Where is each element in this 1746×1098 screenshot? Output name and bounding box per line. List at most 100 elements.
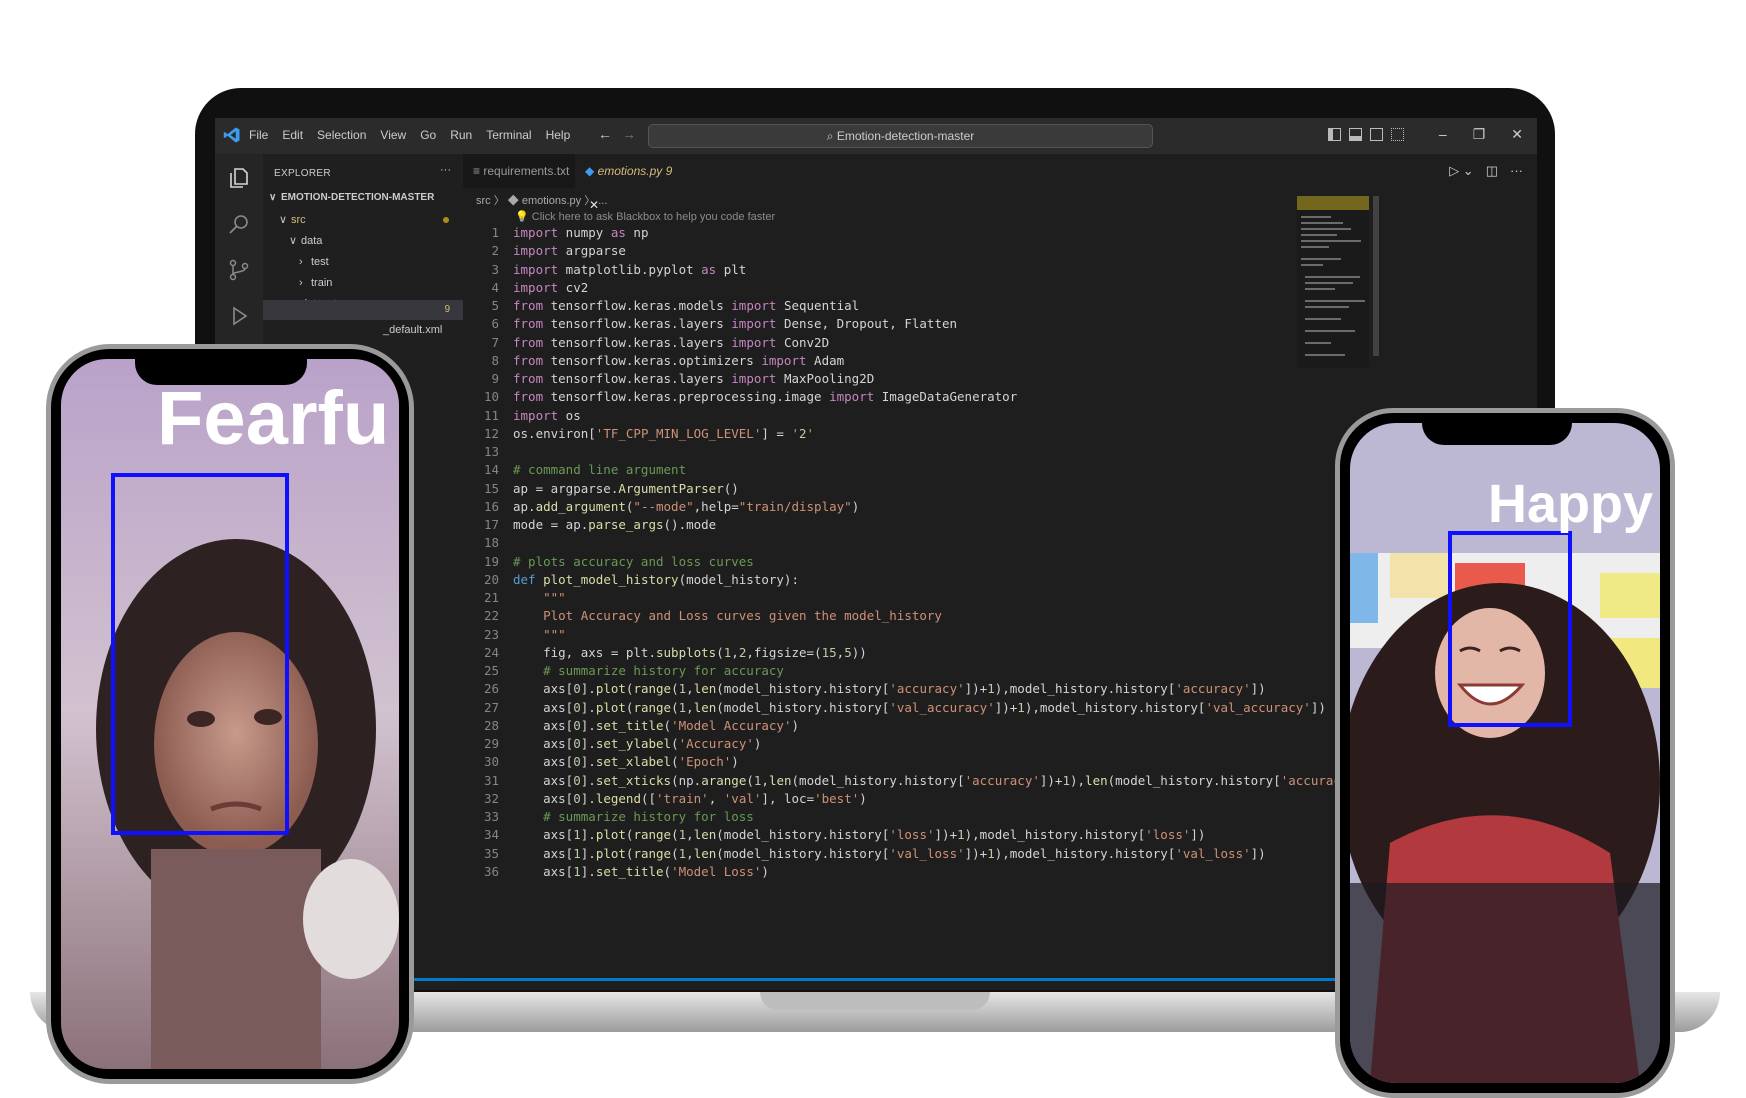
face-detection-box [111, 473, 289, 835]
code-line: 12 os.environ['TF_CPP_MIN_LOG_LEVEL'] = '… [463, 425, 1463, 443]
code-line: 22 Plot Accuracy and Loss curves given t… [463, 607, 1463, 625]
source-control-icon[interactable] [227, 258, 251, 282]
toggle-sidebar-icon[interactable] [1328, 128, 1341, 141]
run-debug-icon[interactable] [227, 304, 251, 328]
line-number: 3 [491, 261, 499, 277]
chevron-right-icon: › [299, 256, 303, 268]
tab-emotions-py[interactable]: ◆ emotions.py 9 ✕ [575, 154, 699, 212]
line-number: 20 [483, 571, 499, 587]
line-number: 33 [483, 809, 499, 824]
code-text: axs[0].set_ylabel('Accuracy') [513, 736, 762, 751]
code-text: axs[0].set_title('Model Accuracy') [513, 717, 800, 733]
menu-item-edit[interactable]: Edit [282, 128, 303, 142]
code-line: 33 # summarize history for loss [463, 808, 1463, 826]
text-file-icon: ≡ [473, 164, 484, 178]
more-actions-icon[interactable]: ··· [1510, 163, 1523, 179]
code-text: """ [513, 626, 566, 642]
code-text: ap = argparse.ArgumentParser() [513, 480, 739, 496]
code-line: 25 # summarize history for accuracy [463, 662, 1463, 680]
menu-item-run[interactable]: Run [450, 128, 472, 142]
code-text: import numpy as np [513, 225, 649, 240]
tree-item-xml[interactable]: _default.xml [383, 320, 463, 340]
explorer-icon[interactable] [227, 166, 251, 190]
split-editor-icon[interactable]: ◫ [1486, 163, 1498, 179]
line-number: 26 [483, 681, 499, 697]
code-text: """ [513, 590, 566, 605]
code-text: import matplotlib.pyplot as plt [513, 261, 747, 277]
code-line: 36 axs[1].set_title('Model Loss') [463, 863, 1463, 881]
chevron-down-icon: ∨ [279, 214, 288, 226]
code-text: from tensorflow.keras.layers import MaxP… [513, 371, 875, 386]
editor-actions: ▷ ⌄ ◫ ··· [1449, 163, 1523, 179]
tree-item-label: train [311, 277, 333, 289]
code-line: 32 axs[0].legend(['train', 'val'], loc='… [463, 790, 1463, 808]
code-line: 26 axs[0].plot(range(1,len(model_history… [463, 680, 1463, 698]
code-text: axs[0].legend(['train', 'val'], loc='bes… [513, 790, 867, 806]
customize-layout-icon[interactable] [1391, 128, 1404, 141]
line-number: 19 [483, 553, 499, 569]
run-file-icon[interactable]: ▷ ⌄ [1449, 163, 1474, 179]
breadcrumb[interactable]: src 〉 ◆ emotions.py 〉 ... [476, 192, 607, 208]
menu-item-go[interactable]: Go [420, 128, 436, 142]
window-controls: – ❐ ✕ [1439, 126, 1523, 143]
restore-icon[interactable]: ❐ [1473, 126, 1486, 143]
line-number: 28 [483, 717, 499, 733]
code-line: 27 axs[0].plot(range(1,len(model_history… [463, 699, 1463, 717]
phone-notch [135, 349, 307, 385]
minimize-icon[interactable]: – [1439, 126, 1447, 143]
emotion-label-happy: Happy [1488, 474, 1654, 534]
tree-item-src[interactable]: ∨ src [263, 210, 463, 230]
code-line: 17 mode = ap.parse_args().mode [463, 516, 1463, 534]
blackbox-hint[interactable]: 💡 Click here to ask Blackbox to help you… [515, 210, 775, 223]
search-sidebar-icon[interactable] [227, 212, 251, 236]
close-window-icon[interactable]: ✕ [1511, 126, 1523, 143]
line-number: 23 [483, 626, 499, 642]
line-number: 7 [491, 334, 499, 350]
chevron-right-icon: › [299, 277, 303, 289]
code-line: 16 ap.add_argument("--mode",help="train/d… [463, 498, 1463, 516]
line-number: 31 [483, 772, 499, 788]
explorer-more-icon[interactable]: ··· [440, 164, 451, 176]
workspace-title: Emotion-detection-master [836, 129, 975, 143]
phone-left-screen: Fearfu [61, 359, 399, 1069]
tree-item-train[interactable]: › train [263, 273, 463, 293]
line-number: 17 [483, 517, 499, 532]
line-number: 4 [491, 279, 499, 295]
toggle-panel-icon[interactable] [1349, 128, 1362, 141]
menu-item-selection[interactable]: Selection [317, 128, 366, 142]
menu-item-help[interactable]: Help [546, 128, 571, 142]
code-line: 28 axs[0].set_title('Model Accuracy') [463, 717, 1463, 735]
menu-item-view[interactable]: View [380, 128, 406, 142]
title-bar: File Edit Selection View Go Run Terminal Help ←… [215, 118, 1537, 154]
code-text: import cv2 [513, 279, 589, 295]
tab-label: requirements.txt [483, 164, 570, 178]
search-icon: ⌕ [826, 129, 834, 143]
command-center-search[interactable]: ⌕ Emotion-detection-master [648, 124, 1153, 148]
workspace-root-folder[interactable]: ∨ EMOTION-DETECTION-MASTER [263, 188, 463, 208]
explorer-header: EXPLORER [274, 168, 331, 179]
phone-right-screen: Happy [1350, 423, 1660, 1083]
code-text: from tensorflow.keras.layers import Conv… [513, 334, 830, 350]
line-number: 14 [483, 462, 499, 478]
line-number: 12 [483, 425, 499, 441]
phone-notch [1422, 413, 1572, 445]
code-text: Plot Accuracy and Loss curves given the … [513, 608, 942, 624]
tree-item-test[interactable]: › test [263, 252, 463, 272]
forward-arrow-icon[interactable]: → [622, 126, 636, 142]
phone-right: Happy [1335, 408, 1675, 1098]
code-text: # plots accuracy and loss curves [513, 553, 754, 569]
back-arrow-icon[interactable]: ← [598, 126, 612, 142]
menu-item-file[interactable]: File [249, 128, 268, 142]
editor-scrollbar[interactable] [1373, 196, 1379, 356]
minimap[interactable] [1297, 196, 1369, 368]
toggle-secondary-sidebar-icon[interactable] [1370, 128, 1383, 141]
menu-item-terminal[interactable]: Terminal [486, 128, 531, 142]
line-number: 18 [483, 535, 499, 551]
tree-item-data[interactable]: ∨ data [263, 231, 463, 251]
code-line: 11 import os [463, 407, 1463, 425]
line-number: 13 [483, 444, 499, 459]
tree-item-selected[interactable]: 9 [263, 300, 463, 320]
editor-tabs: ≡ requirements.txt ◆ emotions.py 9 ✕ ▷ ⌄… [463, 154, 1537, 212]
workspace-root-label: EMOTION-DETECTION-MASTER [281, 192, 435, 203]
line-number: 6 [491, 316, 499, 332]
